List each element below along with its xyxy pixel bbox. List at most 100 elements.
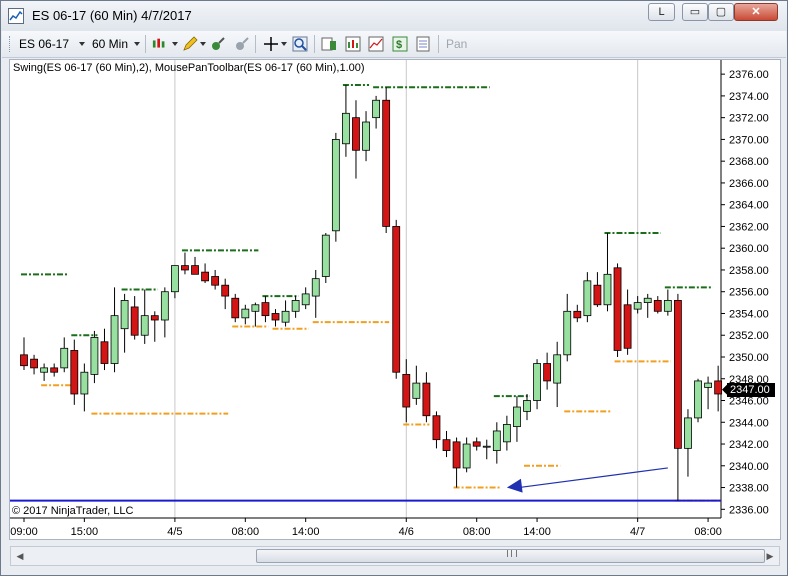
candle-down — [231, 297, 240, 319]
chevron-down-icon[interactable] — [200, 42, 206, 46]
drawing-pencil-icon[interactable] — [182, 36, 198, 52]
chevron-down-icon[interactable] — [134, 42, 140, 46]
last-price-marker: 2347.00 — [727, 382, 775, 397]
candle-down — [543, 363, 552, 382]
chart-app-icon — [8, 8, 24, 24]
candle-up — [553, 354, 562, 384]
candle-down — [714, 380, 723, 395]
candle-down — [452, 441, 461, 469]
candle-up — [563, 310, 572, 356]
link-button[interactable]: L — [648, 3, 675, 21]
candle-down — [261, 302, 270, 317]
y-tick-label: 2336.00 — [729, 504, 769, 516]
title-bar[interactable]: ES 06-17 (60 Min) 4/7/2017 L ▭ ▢ ✕ — [1, 1, 787, 31]
x-tick-label: 09:00 — [10, 526, 38, 538]
candle-up — [311, 278, 320, 297]
indicator-icon[interactable] — [234, 36, 250, 52]
candle-up — [321, 234, 330, 277]
chart-panel[interactable]: 2336.00 2338.00 2340.00 2342.00 2344.00 2346.… — [9, 59, 781, 540]
candle-down — [20, 354, 28, 367]
toolbar-grip[interactable] — [9, 36, 12, 52]
trade-icon[interactable] — [368, 36, 384, 52]
candle-down — [271, 313, 280, 321]
candle-down — [70, 350, 79, 395]
bar-type-icon[interactable] — [152, 36, 168, 52]
zoom-icon[interactable] — [292, 36, 308, 52]
chevron-down-icon[interactable] — [281, 42, 287, 46]
crosshair-icon[interactable] — [263, 36, 279, 52]
candle-up — [362, 121, 370, 151]
candle-down — [573, 310, 582, 319]
candle-down — [674, 300, 682, 449]
candle-up — [462, 443, 471, 469]
candle-down — [50, 367, 59, 373]
candle-down — [150, 315, 159, 321]
candle-up — [251, 304, 260, 312]
candle-up — [331, 139, 340, 232]
chart-toolbar: ES 06-17 60 Min $ Pan — [2, 31, 786, 58]
candle-up — [694, 380, 702, 419]
x-tick-label: 08:00 — [232, 526, 260, 538]
y-tick-label: 2360.00 — [729, 243, 769, 255]
chevron-down-icon[interactable] — [79, 42, 85, 46]
template-icon[interactable] — [415, 36, 431, 52]
candle-down — [472, 441, 481, 447]
y-tick-label: 2368.00 — [729, 156, 769, 168]
candle-up — [633, 302, 642, 310]
candle-down — [382, 99, 391, 227]
candle-down — [100, 341, 109, 364]
x-tick-label: 15:00 — [71, 526, 99, 538]
candle-down — [201, 271, 209, 282]
y-tick-label: 2366.00 — [729, 178, 769, 190]
chevron-down-icon[interactable] — [172, 42, 178, 46]
candle-up — [412, 382, 421, 399]
x-tick-label: 08:00 — [463, 526, 491, 538]
candle-up — [684, 417, 692, 449]
candle-up — [301, 293, 310, 306]
candle-up — [60, 347, 69, 369]
candle-down — [191, 265, 199, 275]
candle-up — [40, 367, 49, 373]
indicator-label: Swing(ES 06-17 (60 Min),2), MousePanTool… — [13, 62, 365, 74]
candle-up — [482, 445, 491, 448]
candle-up — [523, 400, 531, 412]
candle-down — [623, 304, 632, 349]
candle-down — [130, 306, 139, 336]
y-tick-label: 2376.00 — [729, 69, 769, 81]
dollar-icon[interactable]: $ — [392, 36, 408, 52]
candle-up — [80, 371, 89, 395]
chart-properties-icon[interactable] — [345, 36, 361, 52]
candle-up — [502, 424, 511, 443]
candle-down — [211, 276, 220, 286]
y-tick-label: 2338.00 — [729, 483, 769, 495]
svg-text:$: $ — [396, 39, 402, 51]
data-box-icon[interactable] — [321, 36, 337, 52]
minimize-button[interactable]: ▭ — [682, 3, 708, 21]
candle-down — [221, 284, 230, 297]
candle-up — [281, 310, 290, 323]
price-chart[interactable]: 2336.00 2338.00 2340.00 2342.00 2344.00 2346.… — [10, 60, 780, 539]
scroll-left-arrow-icon[interactable]: ◀ — [13, 549, 27, 563]
candle-up — [372, 99, 381, 119]
candle-down — [402, 373, 411, 408]
y-tick-label: 2372.00 — [729, 113, 769, 125]
toolbar-separator — [255, 35, 256, 53]
candle-up — [291, 300, 300, 312]
scroll-right-arrow-icon[interactable]: ▶ — [763, 549, 777, 563]
strategy-icon[interactable] — [210, 36, 226, 52]
interval-selector[interactable]: 60 Min — [92, 37, 128, 51]
candle-up — [663, 300, 672, 312]
horizontal-scrollbar[interactable]: ◀ ▶ — [10, 546, 780, 566]
maximize-button[interactable]: ▢ — [708, 3, 734, 21]
candle-up — [342, 112, 350, 145]
y-tick-label: 2370.00 — [729, 134, 769, 146]
close-button[interactable]: ✕ — [734, 3, 778, 21]
candle-down — [392, 226, 401, 373]
x-tick-label: 4/7 — [630, 526, 645, 538]
candle-down — [593, 284, 602, 306]
candle-up — [120, 300, 129, 330]
candle-up — [90, 337, 99, 375]
pan-button[interactable]: Pan — [446, 37, 467, 51]
instrument-selector[interactable]: ES 06-17 — [19, 37, 69, 51]
candle-down — [30, 358, 38, 369]
